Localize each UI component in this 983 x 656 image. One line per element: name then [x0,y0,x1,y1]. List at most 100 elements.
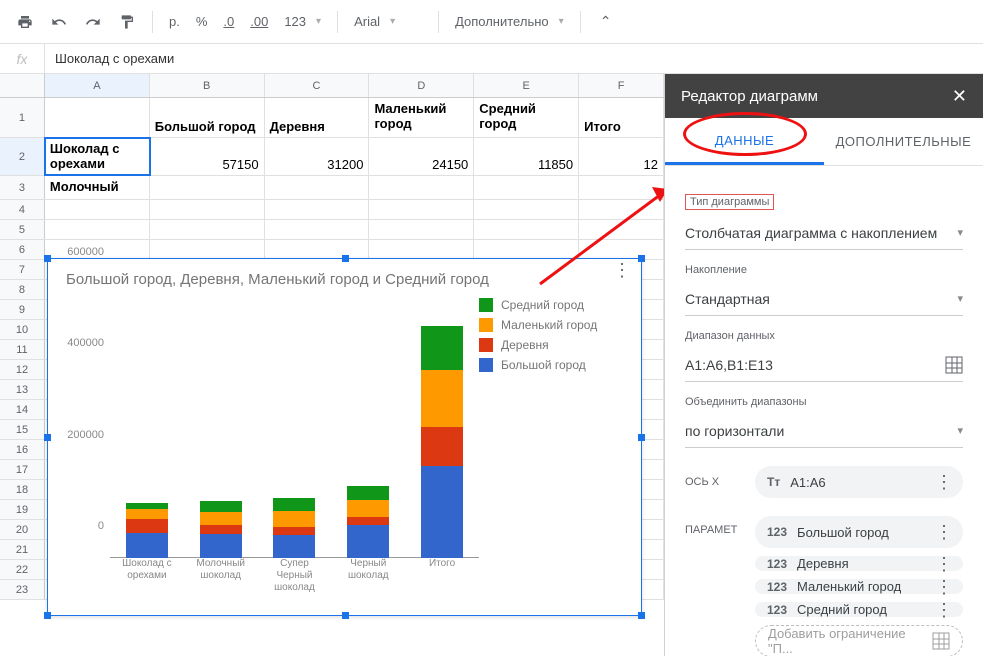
cell-C4[interactable] [265,200,370,219]
series-more-2[interactable]: ⋮ [935,583,953,591]
series-pill-2[interactable]: 123Маленький город⋮ [755,579,963,594]
cell-C3[interactable] [265,176,370,199]
dec-more-button[interactable]: .00 [244,7,274,37]
row-header-9[interactable]: 9 [0,300,45,319]
cell-A4[interactable] [45,200,150,219]
row-header-1[interactable]: 1 [0,98,45,137]
cell-B4[interactable] [150,200,265,219]
cell-D6[interactable] [369,240,474,259]
cell-E2[interactable]: 11850 [474,138,579,175]
row-header-16[interactable]: 16 [0,440,45,459]
paintformat-button[interactable] [112,7,142,37]
cell-E5[interactable] [474,220,579,239]
dec-less-button[interactable]: .0 [217,7,240,37]
cell-F1[interactable]: Итого [579,98,664,137]
cell-D3[interactable] [369,176,474,199]
tab-custom[interactable]: ДОПОЛНИТЕЛЬНЫЕ [824,118,983,165]
series-more-0[interactable]: ⋮ [935,528,953,536]
cell-A1[interactable] [45,98,150,137]
formula-input[interactable]: Шоколад с орехами [45,51,983,66]
series-more-3[interactable]: ⋮ [935,606,953,614]
cell-F3[interactable] [579,176,664,199]
cell-B5[interactable] [150,220,265,239]
row-header-13[interactable]: 13 [0,380,45,399]
series-pill-1[interactable]: 123Деревня⋮ [755,556,963,571]
number-format-menu[interactable]: 123▾ [278,7,327,37]
cell-F6[interactable] [579,240,664,259]
cell-E6[interactable] [474,240,579,259]
cell-A2[interactable]: Шоколад с орехами [45,138,150,175]
chart-type-dropdown[interactable]: Столбчатая диаграмма с накоплением▾ [685,216,963,250]
cell-F4[interactable] [579,200,664,219]
grid-select-icon-2[interactable] [932,632,950,650]
data-range-input[interactable]: A1:A6,B1:E13 [685,348,963,382]
col-header-F[interactable]: F [579,74,664,97]
select-all-corner[interactable] [0,74,45,97]
xaxis-more-button[interactable]: ⋮ [935,478,953,486]
row-header-17[interactable]: 17 [0,460,45,479]
cell-C5[interactable] [265,220,370,239]
cell-D4[interactable] [369,200,474,219]
cell-E1[interactable]: Средний город [474,98,579,137]
series-pill-0[interactable]: 123Большой город ⋮ [755,516,963,548]
series-more-1[interactable]: ⋮ [935,560,953,568]
redo-button[interactable] [78,7,108,37]
chart-type-label: Тип диаграммы [685,194,774,210]
cell-C2[interactable]: 31200 [265,138,370,175]
cell-E4[interactable] [474,200,579,219]
row-header-12[interactable]: 12 [0,360,45,379]
row-header-2[interactable]: 2 [0,138,45,175]
series-pill-3[interactable]: 123Средний город⋮ [755,602,963,617]
col-header-C[interactable]: C [265,74,370,97]
cell-D1[interactable]: Маленький город [369,98,474,137]
cell-D2[interactable]: 24150 [369,138,474,175]
row-header-4[interactable]: 4 [0,200,45,219]
close-editor-button[interactable]: ✕ [952,86,967,107]
row-header-10[interactable]: 10 [0,320,45,339]
cell-C1[interactable]: Деревня [265,98,370,137]
percent-format-button[interactable]: % [190,7,214,37]
cell-A5[interactable] [45,220,150,239]
more-menu[interactable]: Дополнительно▾ [449,7,570,37]
undo-button[interactable] [44,7,74,37]
row-header-21[interactable]: 21 [0,540,45,559]
row-header-22[interactable]: 22 [0,560,45,579]
col-header-B[interactable]: B [150,74,265,97]
col-header-D[interactable]: D [369,74,474,97]
toolbar-collapse-button[interactable]: ⌃ [591,7,621,37]
add-series-button[interactable]: Добавить ограничение "П... [755,625,963,656]
cell-D5[interactable] [369,220,474,239]
row-header-8[interactable]: 8 [0,280,45,299]
cell-B6[interactable] [150,240,265,259]
chart-more-button[interactable]: ⋮ [613,265,631,275]
cell-A3[interactable]: Молочный [45,176,150,199]
row-header-6[interactable]: 6 [0,240,45,259]
cell-B3[interactable] [150,176,265,199]
cell-F5[interactable] [579,220,664,239]
row-header-7[interactable]: 7 [0,260,45,279]
row-header-19[interactable]: 19 [0,500,45,519]
cell-E3[interactable] [474,176,579,199]
cell-C6[interactable] [265,240,370,259]
row-header-3[interactable]: 3 [0,176,45,199]
row-header-11[interactable]: 11 [0,340,45,359]
xaxis-range-pill[interactable]: TᴛA1:A6 ⋮ [755,466,963,498]
print-button[interactable] [10,7,40,37]
row-header-5[interactable]: 5 [0,220,45,239]
cell-B1[interactable]: Большой город [150,98,265,137]
stacking-dropdown[interactable]: Стандартная▾ [685,282,963,316]
font-menu[interactable]: Arial▾ [348,7,428,37]
cell-F2[interactable]: 12 [579,138,664,175]
row-header-14[interactable]: 14 [0,400,45,419]
row-header-20[interactable]: 20 [0,520,45,539]
chart-object[interactable]: ⋮ Большой город, Деревня, Маленький горо… [47,258,642,616]
combine-ranges-dropdown[interactable]: по горизонтали▾ [685,414,963,448]
grid-select-icon[interactable] [945,356,963,374]
cell-B2[interactable]: 57150 [150,138,265,175]
row-header-18[interactable]: 18 [0,480,45,499]
row-header-15[interactable]: 15 [0,420,45,439]
row-header-23[interactable]: 23 [0,580,45,599]
col-header-A[interactable]: A [45,74,150,97]
col-header-E[interactable]: E [474,74,579,97]
currency-format-button[interactable]: р. [163,7,186,37]
